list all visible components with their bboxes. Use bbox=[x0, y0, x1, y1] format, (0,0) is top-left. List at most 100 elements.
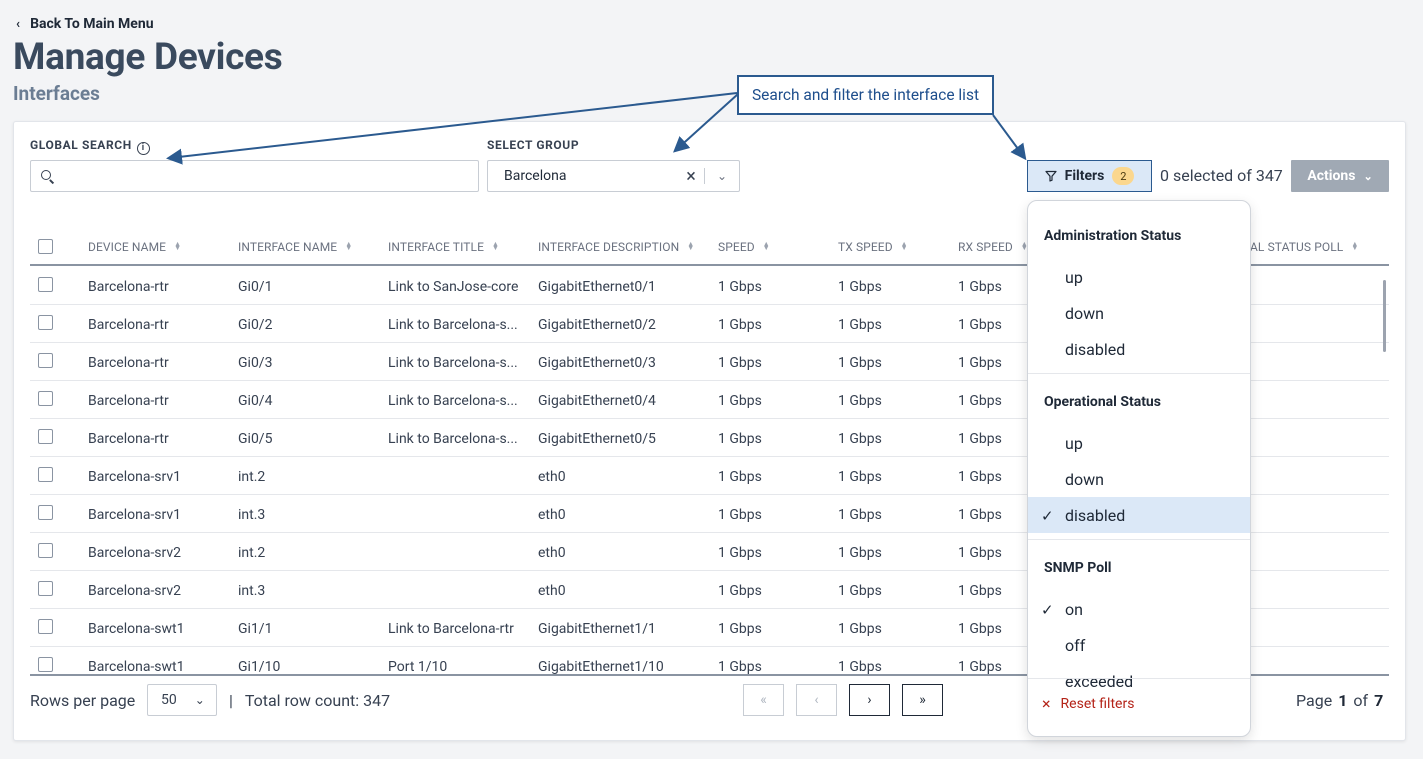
row-checkbox[interactable] bbox=[38, 543, 53, 558]
table-cell: 1 Gbps bbox=[958, 545, 1002, 561]
table-cell: 1 Gbps bbox=[838, 355, 882, 371]
select-group-value: Barcelona bbox=[504, 168, 567, 184]
table-cell: 1 Gbps bbox=[838, 393, 882, 409]
row-checkbox[interactable] bbox=[38, 619, 53, 634]
filter-option-label: exceeded bbox=[1065, 671, 1134, 691]
first-page-button[interactable]: « bbox=[743, 684, 784, 716]
table-cell: Barcelona-srv2 bbox=[88, 545, 182, 561]
chevron-down-icon: ⌄ bbox=[1363, 169, 1373, 183]
table-cell: Link to Barcelona-rtr bbox=[388, 621, 514, 637]
filter-option[interactable]: down bbox=[1028, 295, 1250, 331]
filter-option[interactable]: up bbox=[1028, 259, 1250, 295]
table-cell: Link to Barcelona-s... bbox=[388, 393, 518, 409]
table-cell: Gi0/3 bbox=[238, 355, 273, 371]
filter-option[interactable]: up bbox=[1028, 425, 1250, 461]
row-checkbox[interactable] bbox=[38, 277, 53, 292]
clear-icon[interactable]: × bbox=[678, 166, 704, 187]
filter-option-label: down bbox=[1065, 303, 1105, 323]
global-search-label: GLOBAL SEARCH i bbox=[30, 138, 150, 155]
next-page-button[interactable]: › bbox=[849, 684, 890, 716]
table-cell: Port 1/10 bbox=[388, 659, 448, 675]
table-cell: 1 Gbps bbox=[958, 583, 1002, 599]
filter-option-label: disabled bbox=[1065, 339, 1126, 359]
table-cell: 1 Gbps bbox=[718, 279, 762, 295]
row-checkbox[interactable] bbox=[38, 429, 53, 444]
global-search-input[interactable] bbox=[30, 160, 479, 192]
row-checkbox[interactable] bbox=[38, 467, 53, 482]
table-cell: GigabitEthernet0/1 bbox=[538, 279, 656, 295]
table-cell: Link to SanJose-core bbox=[388, 279, 519, 295]
table-cell: eth0 bbox=[538, 507, 566, 523]
prev-page-button[interactable]: ‹ bbox=[796, 684, 837, 716]
filter-option-label: down bbox=[1065, 469, 1105, 489]
last-page-button[interactable]: » bbox=[902, 684, 943, 716]
info-icon[interactable]: i bbox=[136, 141, 150, 155]
filter-option-label: up bbox=[1065, 433, 1083, 453]
table-cell: Gi0/5 bbox=[238, 431, 273, 447]
popup-divider bbox=[1028, 539, 1250, 540]
actions-button[interactable]: Actions ⌄ bbox=[1291, 160, 1389, 192]
table-cell: 1 Gbps bbox=[718, 355, 762, 371]
filter-option-label: up bbox=[1065, 267, 1083, 287]
rows-per-page-select[interactable]: 50 ⌄ bbox=[147, 684, 217, 716]
table-cell: 1 Gbps bbox=[838, 279, 882, 295]
filter-section-title: Operational Status bbox=[1044, 394, 1161, 410]
column-header[interactable]: INTERFACE NAME ▲ ▼ bbox=[238, 240, 352, 254]
filters-button[interactable]: Filters 2 bbox=[1027, 160, 1152, 192]
actions-label: Actions bbox=[1307, 168, 1356, 184]
column-header[interactable]: INTERFACE DESCRIPTION ▲ ▼ bbox=[538, 240, 694, 254]
column-header[interactable]: RX SPEED ▲ ▼ bbox=[958, 240, 1028, 254]
chevron-down-icon: ⌄ bbox=[194, 693, 205, 707]
table-cell: Gi0/1 bbox=[238, 279, 273, 295]
filter-option[interactable]: exceeded bbox=[1028, 663, 1250, 699]
column-header[interactable]: DEVICE NAME ▲ ▼ bbox=[88, 240, 181, 254]
table-cell: int.2 bbox=[238, 469, 266, 485]
filter-section-title: SNMP Poll bbox=[1044, 560, 1112, 576]
table-cell: Barcelona-swt1 bbox=[88, 621, 185, 637]
filter-option[interactable]: disabled bbox=[1028, 331, 1250, 367]
select-group-dropdown[interactable]: Barcelona × ⌄ bbox=[487, 160, 740, 192]
back-link-label: Back To Main Menu bbox=[30, 16, 154, 32]
row-checkbox[interactable] bbox=[38, 581, 53, 596]
sort-icon: ▲ ▼ bbox=[492, 240, 500, 252]
rows-per-page-value: 50 bbox=[161, 692, 177, 708]
filter-option[interactable]: ✓ disabled bbox=[1028, 497, 1250, 533]
filter-option-label: disabled bbox=[1065, 505, 1126, 525]
table-cell: 1 Gbps bbox=[958, 317, 1002, 333]
table-cell: GigabitEthernet1/1 bbox=[538, 621, 656, 637]
table-cell: Barcelona-srv2 bbox=[88, 583, 182, 599]
select-all-checkbox[interactable] bbox=[38, 239, 53, 254]
table-cell: 1 Gbps bbox=[958, 355, 1002, 371]
chevron-down-icon[interactable]: ⌄ bbox=[705, 169, 739, 183]
table-cell: 1 Gbps bbox=[838, 621, 882, 637]
table-cell: int.2 bbox=[238, 545, 266, 561]
table-cell: GigabitEthernet0/4 bbox=[538, 393, 656, 409]
table-cell: Barcelona-rtr bbox=[88, 355, 169, 371]
table-cell: Barcelona-rtr bbox=[88, 393, 169, 409]
back-to-main-menu-link[interactable]: ‹ Back To Main Menu bbox=[16, 14, 154, 34]
column-header[interactable]: TX SPEED ▲ ▼ bbox=[838, 240, 908, 254]
table-cell: GigabitEthernet0/3 bbox=[538, 355, 656, 371]
sort-icon: ▲ ▼ bbox=[762, 240, 770, 252]
filter-option[interactable]: ✓ on bbox=[1028, 591, 1250, 627]
chevron-right-icon: › bbox=[867, 692, 872, 708]
row-checkbox[interactable] bbox=[38, 353, 53, 368]
row-checkbox[interactable] bbox=[38, 315, 53, 330]
table-cell: 1 Gbps bbox=[838, 545, 882, 561]
total-row-count: | Total row count: 347 bbox=[229, 691, 391, 710]
table-scrollbar[interactable] bbox=[1383, 280, 1386, 352]
filter-option[interactable]: down bbox=[1028, 461, 1250, 497]
column-header[interactable]: AL STATUS POLL ▲ ▼ bbox=[1250, 240, 1358, 254]
popup-divider bbox=[1028, 678, 1250, 679]
row-checkbox[interactable] bbox=[38, 391, 53, 406]
page-subtitle: Interfaces bbox=[13, 82, 100, 105]
chevron-left-icon: ‹ bbox=[814, 692, 819, 708]
table-cell: 1 Gbps bbox=[718, 469, 762, 485]
table-cell: 1 Gbps bbox=[718, 659, 762, 675]
table-cell: GigabitEthernet1/10 bbox=[538, 659, 664, 675]
column-header[interactable]: SPEED ▲ ▼ bbox=[718, 240, 770, 254]
row-checkbox[interactable] bbox=[38, 657, 53, 672]
column-header[interactable]: INTERFACE TITLE ▲ ▼ bbox=[388, 240, 499, 254]
filter-option[interactable]: off bbox=[1028, 627, 1250, 663]
row-checkbox[interactable] bbox=[38, 505, 53, 520]
